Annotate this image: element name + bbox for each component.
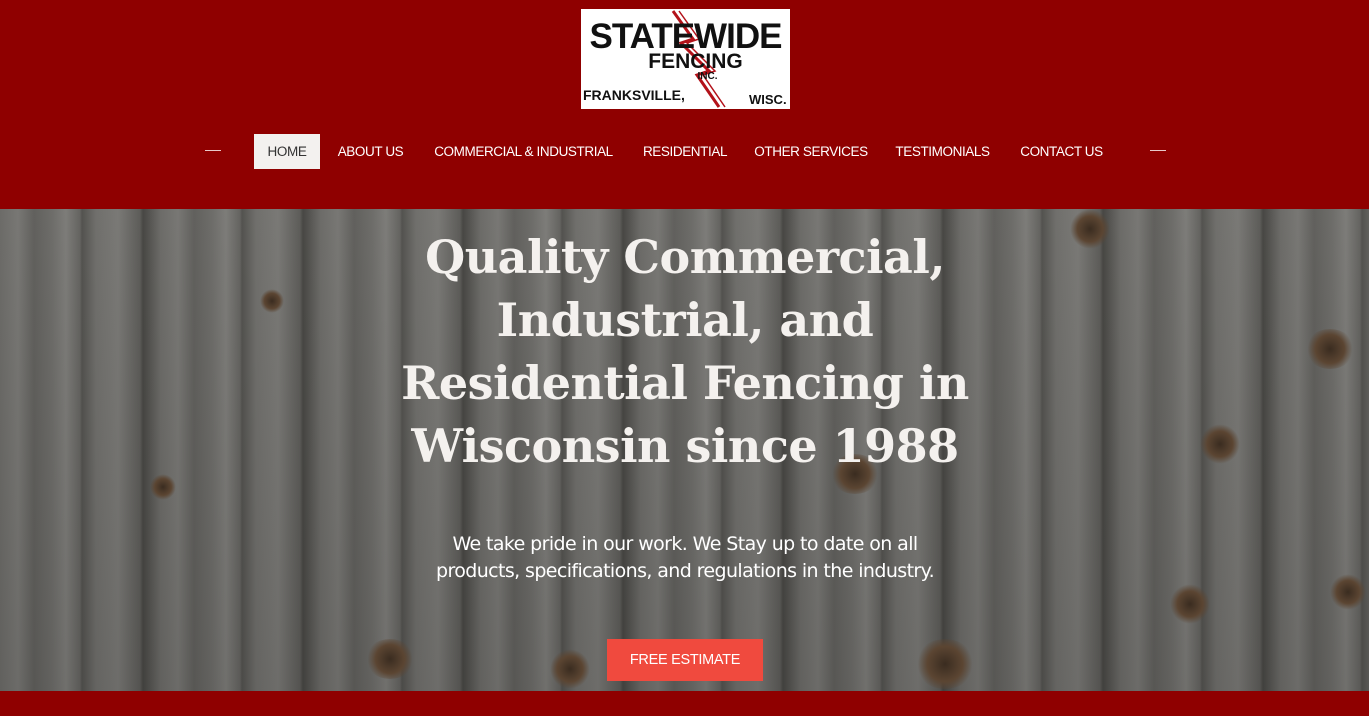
nav-item-other-services[interactable]: OTHER SERVICES (754, 134, 868, 169)
hero-subtitle: We take pride in our work. We Stay up to… (414, 531, 956, 585)
nav-item-residential[interactable]: RESIDENTIAL (640, 134, 730, 169)
hero-headline-line: Quality Commercial, (425, 230, 945, 284)
statewide-fencing-logo[interactable]: STATEWIDE FENCING INC. FRANKSVILLE, WISC… (581, 9, 790, 109)
hero-headline-line: Industrial, and (496, 293, 874, 347)
nav-item-commercial-industrial[interactable]: COMMERCIAL & INDUSTRIAL (431, 134, 616, 169)
free-estimate-button[interactable]: FREE ESTIMATE (607, 639, 763, 681)
wood-knot (1070, 209, 1110, 249)
nav-item-about-us[interactable]: ABOUT US (334, 134, 407, 169)
logo-text-city: FRANKSVILLE, (583, 87, 685, 103)
footer-band (0, 691, 1369, 716)
logo-text-state: WISC. (749, 92, 787, 107)
nav-item-home[interactable]: HOME (254, 134, 320, 169)
wood-knot (1200, 424, 1240, 464)
site-header: STATEWIDE FENCING INC. FRANKSVILLE, WISC… (0, 0, 1369, 209)
hero-headline-line: Residential Fencing in (401, 356, 969, 410)
wood-knot (260, 289, 284, 313)
wood-knot (150, 474, 176, 500)
nav-item-contact-us[interactable]: CONTACT US (1017, 134, 1106, 169)
logo-text-fencing: FENCING (648, 50, 743, 73)
wood-knot (365, 639, 415, 679)
nav-item-testimonials[interactable]: TESTIMONIALS (893, 134, 992, 169)
logo-text-inc: INC. (697, 71, 718, 82)
hero-headline: Quality Commercial, Industrial, and Resi… (384, 226, 986, 478)
wood-knot (550, 649, 590, 689)
wood-knot (915, 639, 975, 689)
main-navigation: HOME ABOUT US COMMERCIAL & INDUSTRIAL RE… (0, 134, 1369, 169)
wood-knot (1170, 584, 1210, 624)
hero-subtitle-line: We take pride in our work. We Stay up to… (452, 533, 918, 555)
hero-headline-line: Wisconsin since 1988 (411, 419, 959, 473)
hero-subtitle-line: products, specifications, and regulation… (435, 560, 935, 582)
wood-knot (1305, 329, 1355, 369)
wood-knot (1330, 574, 1366, 610)
